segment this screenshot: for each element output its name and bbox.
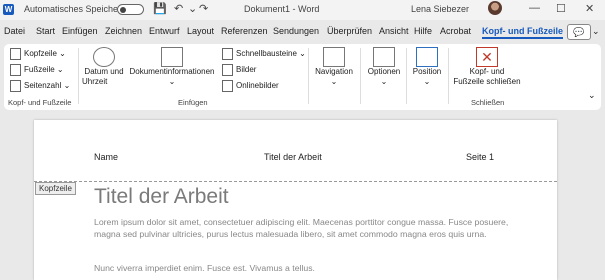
kopfzeile-button[interactable]: Kopfzeile ⌄: [10, 48, 66, 60]
close-icon[interactable]: ✕: [585, 2, 594, 15]
tab-datei[interactable]: Datei: [4, 26, 25, 36]
header-name[interactable]: Name: [94, 152, 118, 162]
tab-ueberpruefen[interactable]: Überprüfen: [327, 26, 372, 36]
tab-sendungen[interactable]: Sendungen: [273, 26, 319, 36]
footer-page-icon: [10, 64, 21, 76]
online-pictures-icon: [222, 80, 233, 92]
tab-start[interactable]: Start: [36, 26, 55, 36]
seitenzahl-button[interactable]: Seitenzahl ⌄: [10, 80, 70, 92]
group-label-schliessen: Schließen: [471, 98, 505, 107]
tab-hilfe[interactable]: Hilfe: [414, 26, 432, 36]
schnellbausteine-label: Schnellbausteine: [236, 49, 297, 59]
bilder-button[interactable]: Bilder: [222, 64, 256, 76]
position-button[interactable]: Position ⌄: [409, 47, 445, 87]
group-divider: [78, 48, 79, 104]
redo-icon[interactable]: ↷: [199, 2, 208, 15]
tab-kopf-und-fusszeile[interactable]: Kopf- und Fußzeile: [482, 26, 563, 39]
tab-referenzen[interactable]: Referenzen: [221, 26, 268, 36]
collapse-ribbon-icon[interactable]: ⌄: [588, 90, 596, 101]
maximize-icon[interactable]: ☐: [556, 2, 566, 15]
autosave-label: Automatisches Speichern: [24, 4, 127, 14]
minimize-icon[interactable]: —: [529, 2, 540, 14]
tab-ansicht[interactable]: Ansicht: [379, 26, 409, 36]
autosave-toggle[interactable]: [117, 4, 144, 15]
pictures-icon: [222, 64, 233, 76]
datum-label-2: Uhrzeit: [82, 77, 108, 86]
word-logo-icon: W: [3, 4, 14, 15]
tab-entwurf[interactable]: Entwurf: [149, 26, 180, 36]
kopfzeile-label: Kopfzeile: [24, 49, 57, 59]
chevron-down-icon: ⌄: [63, 81, 71, 91]
avatar[interactable]: [488, 1, 502, 15]
document-page[interactable]: Name Titel der Arbeit Seite 1 Kopfzeile …: [34, 120, 557, 280]
position-label: Position: [412, 67, 442, 76]
chevron-down-icon: ⌄: [168, 77, 176, 86]
chevron-down-icon: ⌄: [423, 77, 431, 86]
undo-icon[interactable]: ↶: [174, 2, 183, 15]
header-tag: Kopfzeile: [35, 182, 76, 195]
group-divider: [448, 48, 449, 104]
page-number-icon: [10, 80, 21, 92]
fusszeile-label: Fußzeile: [24, 65, 55, 75]
title-bar: W Automatisches Speichern 💾 ↶ ⌄ ↷ Dokume…: [0, 0, 605, 20]
dokumentinformationen-label: Dokumentinformationen: [129, 67, 215, 76]
document-info-icon: [161, 47, 183, 67]
position-icon: [416, 47, 438, 67]
group-label-kopf-fusszeile: Kopf- und Fußzeile: [8, 98, 72, 107]
dokumentinformationen-button[interactable]: Dokumentinformationen ⌄: [126, 47, 218, 87]
chevron-down-icon: ⌄: [330, 77, 338, 86]
onlinebilder-button[interactable]: Onlinebilder: [222, 80, 279, 92]
header-boundary: [34, 181, 557, 182]
seitenzahl-label: Seitenzahl: [24, 81, 62, 91]
tab-layout[interactable]: Layout: [187, 26, 214, 36]
group-divider: [308, 48, 309, 104]
ribbon-options-icon[interactable]: ⌄: [592, 26, 600, 37]
tab-zeichnen[interactable]: Zeichnen: [105, 26, 142, 36]
close-header-icon: ✕: [476, 47, 498, 67]
bilder-label: Bilder: [236, 65, 257, 75]
ribbon-tabs: Datei Start Einfügen Zeichnen Entwurf La…: [0, 26, 605, 42]
optionen-button[interactable]: Optionen ⌄: [364, 47, 404, 87]
schnellbausteine-button[interactable]: Schnellbausteine ⌄: [222, 48, 306, 60]
group-divider: [360, 48, 361, 104]
tab-acrobat[interactable]: Acrobat: [440, 26, 471, 36]
navigation-button[interactable]: Navigation ⌄: [312, 47, 356, 87]
user-name[interactable]: Lena Siebezer: [411, 4, 469, 14]
fusszeile-button[interactable]: Fußzeile ⌄: [10, 64, 64, 76]
document-title-heading[interactable]: Titel der Arbeit: [94, 185, 229, 209]
comments-button[interactable]: 💬: [567, 24, 591, 40]
ribbon: Kopfzeile ⌄ Fußzeile ⌄ Seitenzahl ⌄ Kopf…: [4, 44, 601, 110]
header-page-number[interactable]: Seite 1: [466, 152, 494, 162]
chevron-down-icon: ⌄: [56, 65, 64, 75]
chevron-down-icon: ⌄: [59, 49, 66, 59]
schliessen-label-2: Fußzeile schließen: [453, 77, 521, 86]
chevron-down-icon: ⌄: [299, 49, 306, 59]
body-paragraph[interactable]: Lorem ipsum dolor sit amet, consectetuer…: [94, 216, 514, 240]
tab-einfuegen[interactable]: Einfügen: [62, 26, 98, 36]
navigation-icon: [323, 47, 345, 67]
header-page-icon: [10, 48, 21, 60]
navigation-label: Navigation: [315, 67, 353, 76]
optionen-label: Optionen: [367, 67, 401, 76]
datum-uhrzeit-button[interactable]: Datum und Uhrzeit: [82, 47, 126, 87]
undo-dropdown-icon[interactable]: ⌄: [188, 2, 197, 15]
onlinebilder-label: Onlinebilder: [236, 81, 279, 91]
quick-parts-icon: [222, 48, 233, 60]
body-paragraph[interactable]: Nunc viverra imperdiet enim. Fusce est. …: [94, 262, 514, 274]
kopf-fusszeile-schliessen-button[interactable]: ✕ Kopf- und Fußzeile schließen: [451, 47, 523, 87]
options-icon: [373, 47, 395, 67]
chevron-down-icon: ⌄: [380, 77, 388, 86]
group-label-einfuegen: Einfügen: [178, 98, 208, 107]
document-title: Dokument1 - Word: [244, 4, 320, 14]
header-title[interactable]: Titel der Arbeit: [264, 152, 322, 162]
datum-label-1: Datum und: [84, 67, 124, 76]
group-divider: [406, 48, 407, 104]
schliessen-label-1: Kopf- und: [469, 67, 505, 76]
clock-icon: [93, 47, 115, 67]
save-icon[interactable]: 💾: [153, 2, 167, 15]
toggle-knob: [120, 6, 126, 13]
